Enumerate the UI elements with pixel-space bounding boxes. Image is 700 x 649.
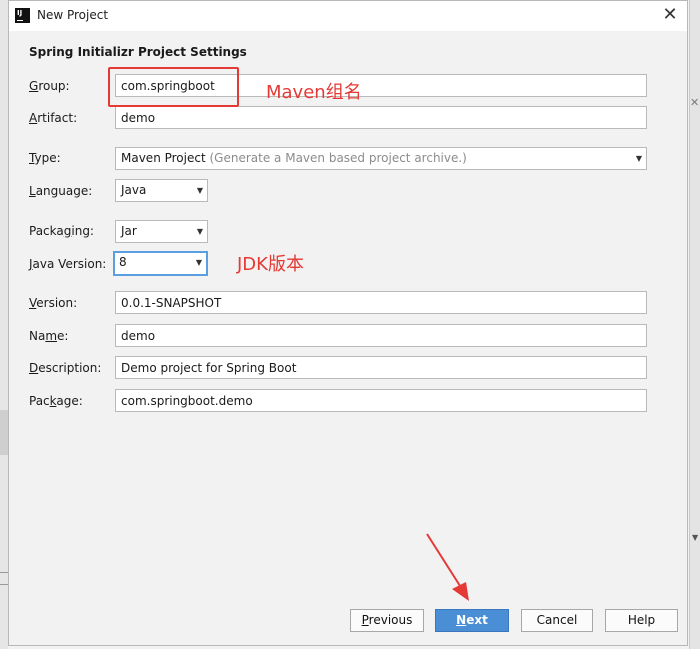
background-scroll-arrow-icon: ▼ — [692, 533, 699, 542]
background-close-icon: ✕ — [690, 96, 700, 109]
red-arrow-annotation — [426, 533, 469, 601]
previous-button[interactable]: Previous — [350, 609, 424, 632]
help-button[interactable]: Help — [605, 609, 678, 632]
background-divider — [0, 572, 8, 573]
cancel-button[interactable]: Cancel — [521, 609, 593, 632]
next-button[interactable]: Next — [435, 609, 509, 632]
new-project-dialog: IJ New Project ✕ Spring Initializr Proje… — [8, 0, 688, 646]
background-panel-fragment — [0, 410, 8, 455]
background-window-left-edge — [0, 0, 8, 649]
background-divider — [0, 584, 8, 585]
